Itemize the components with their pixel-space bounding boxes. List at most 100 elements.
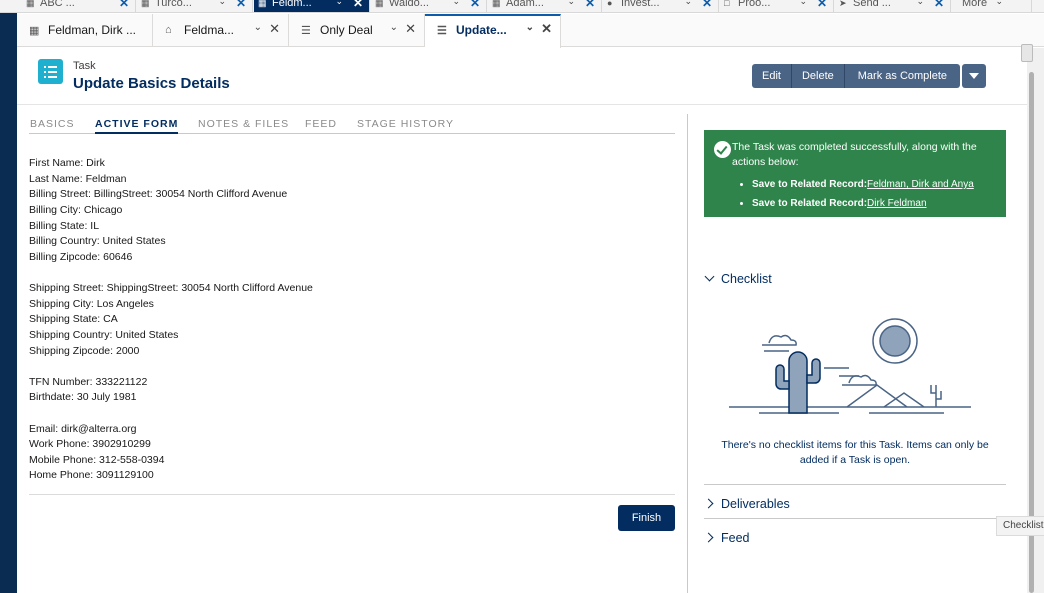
feed-section-toggle[interactable]: Feed [703,531,750,545]
chevron-down-icon[interactable]: ⌄ [799,0,807,7]
header-actions: Edit Delete Mark as Complete [752,64,987,88]
column-divider [687,114,688,593]
chevron-down-icon [704,271,715,282]
close-icon[interactable]: ✕ [119,0,129,10]
checklist-empty-message: There's no checklist items for this Task… [721,439,989,466]
desert-illustration [729,318,971,414]
chevron-down-icon[interactable]: ⌄ [218,0,226,7]
close-icon[interactable]: ✕ [470,0,480,10]
console-tab-adam[interactable]: ▦ Adam... ⌄ ✕ [488,0,602,12]
edit-button[interactable]: Edit [752,64,792,88]
chevron-down-icon[interactable]: ⌄ [567,0,575,7]
form-birthdate: Birthdate: 30 July 1981 [29,391,137,403]
finish-button[interactable]: Finish [618,505,675,531]
console-tab-more[interactable]: More ⌄ [952,0,1032,12]
chevron-down-icon[interactable]: ⌄ [452,0,460,7]
more-actions-dropdown[interactable] [962,64,987,88]
chevron-down-icon[interactable]: ⌄ [684,0,692,7]
success-actions-list: Save to Related Record:Feldman, Dirk and… [752,175,974,213]
list-item: Save to Related Record:Feldman, Dirk and… [752,175,974,194]
chevron-right-icon [703,532,714,543]
close-icon[interactable]: ✕ [236,0,246,10]
close-icon[interactable]: ✕ [541,21,552,37]
chevron-down-icon[interactable]: ⌄ [916,0,924,7]
tab-notes-files[interactable]: NOTES & FILES [198,118,289,130]
console-tab-proo[interactable]: □ Proo... ⌄ ✕ [720,0,834,12]
building-icon: ▦ [141,0,150,8]
record-page: Task Update Basics Details Edit Delete M… [17,48,1027,593]
subtab-update[interactable]: ☰ Update... ⌄ ✕ [425,14,561,48]
success-toast: The Task was completed successfully, alo… [704,130,1006,217]
console-tab-bar: ▦ ABC ... ✕ ▦ Turco... ⌄ ✕ ▦ Feldm... ⌄ … [0,0,1044,13]
form-billing-country: Billing Country: United States [29,235,166,247]
chevron-down-icon[interactable]: ⌄ [254,22,262,33]
form-home-phone: Home Phone: 3091129100 [29,469,154,481]
success-check-icon [714,141,731,158]
checklist-section-toggle[interactable]: Checklist [704,271,772,286]
divider [704,484,1006,485]
form-shipping-state: Shipping State: CA [29,313,118,325]
tab-feed[interactable]: FEED [305,118,337,130]
task-icon [38,59,63,84]
left-navigation-strip [0,13,17,593]
mark-complete-button[interactable]: Mark as Complete [844,64,961,88]
console-tab-abc[interactable]: ▦ ABC ... ✕ [22,0,136,12]
form-work-phone: Work Phone: 3902910299 [29,438,151,450]
divider [704,518,1006,519]
document-icon: □ [724,0,730,8]
form-email: Email: dirk@alterra.org [29,423,137,435]
related-record-link[interactable]: Dirk Feldman [867,198,926,209]
close-icon[interactable]: ✕ [585,0,595,10]
form-billing-zipcode: Billing Zipcode: 60646 [29,251,133,263]
form-first-name: First Name: Dirk [29,157,105,169]
subtab-feldman-dirk[interactable]: ▦ Feldman, Dirk ... [17,14,153,47]
chevron-down-icon[interactable]: ⌄ [335,0,343,7]
console-tab-invest[interactable]: ● Invest... ⌄ ✕ [603,0,719,12]
form-shipping-city: Shipping City: Los Angeles [29,298,154,310]
related-record-link[interactable]: Feldman, Dirk and Anya [867,179,974,190]
building-icon: ▦ [375,0,384,8]
chevron-down-icon[interactable]: ⌄ [390,22,398,33]
close-icon[interactable]: ✕ [405,21,416,37]
form-shipping-country: Shipping Country: United States [29,329,179,341]
success-message: The Task was completed successfully, alo… [732,141,977,168]
chevron-down-icon[interactable]: ⌄ [995,0,1003,7]
divider [17,104,1027,105]
divider [29,494,675,495]
delete-button[interactable]: Delete [791,64,845,88]
building-icon: ▦ [492,0,501,8]
building-icon: ▦ [26,0,35,8]
form-shipping-zipcode: Shipping Zipcode: 2000 [29,345,140,357]
close-icon[interactable]: ✕ [934,0,944,10]
close-icon[interactable]: ✕ [353,0,363,10]
form-mobile-phone: Mobile Phone: 312-558-0394 [29,454,165,466]
vertical-scrollbar[interactable] [1027,48,1044,593]
form-last-name: Last Name: Feldman [29,173,127,185]
bank-icon: ⌂ [165,24,172,36]
scrollbar-thumb[interactable] [1029,72,1034,593]
tab-active-form[interactable]: ACTIVE FORM [95,118,179,134]
deliverables-section-toggle[interactable]: Deliverables [703,497,790,511]
panel-handle[interactable] [1021,44,1033,62]
tab-stage-history[interactable]: STAGE HISTORY [357,118,454,130]
console-tab-turco[interactable]: ▦ Turco... ⌄ ✕ [137,0,253,12]
chevron-right-icon [703,498,714,509]
tab-basics[interactable]: BASICS [30,118,75,130]
console-tab-send[interactable]: ➤ Send ... ⌄ ✕ [835,0,951,12]
tooltip: Checklist [996,516,1044,536]
task-list-icon: ☰ [437,25,447,37]
page-title: Update Basics Details [73,75,230,92]
console-tab-waldo[interactable]: ▦ Waldo... ⌄ ✕ [371,0,487,12]
chevron-down-icon[interactable]: ⌄ [526,22,534,33]
close-icon[interactable]: ✕ [269,21,280,37]
close-icon[interactable]: ✕ [702,0,712,10]
console-tab-feldman[interactable]: ▦ Feldm... ⌄ ✕ [254,0,370,12]
close-icon[interactable]: ✕ [817,0,827,10]
building-icon: ▦ [258,0,267,8]
subtab-only-deal[interactable]: ☰ Only Deal ⌄ ✕ [289,14,425,47]
task-list-icon: ☰ [301,25,311,37]
form-billing-state: Billing State: IL [29,220,100,232]
subtab-feldma[interactable]: ⌂ Feldma... ⌄ ✕ [153,14,289,47]
send-icon: ➤ [839,0,847,8]
opportunity-icon: ● [607,0,613,8]
